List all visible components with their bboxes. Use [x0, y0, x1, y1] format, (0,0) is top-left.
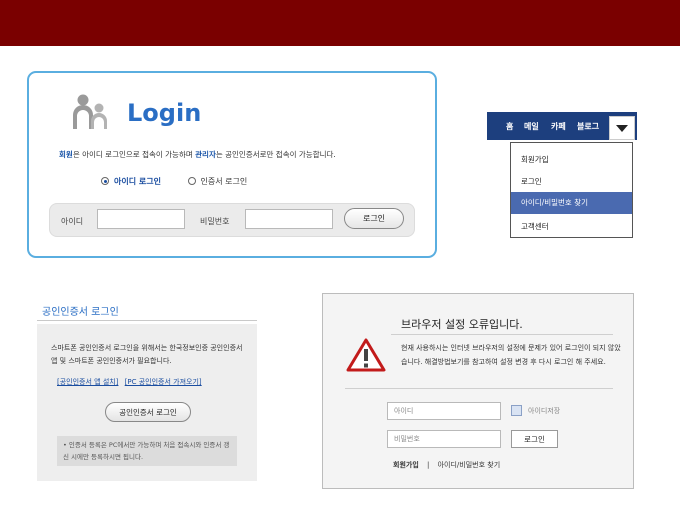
nav-item-cafe[interactable]: 카페 — [551, 121, 566, 132]
radio-id-login-label[interactable]: 아이디 로그인 — [114, 177, 161, 186]
divider — [391, 334, 613, 335]
radio-id-login[interactable] — [101, 177, 109, 185]
login-button[interactable]: 로그인 — [344, 208, 404, 229]
id-input[interactable] — [97, 209, 185, 229]
cert-login-title: 공인인증서 로그인 — [42, 307, 119, 318]
browser-error-panel: 브라우저 설정 오류입니다. 현재 사용하시는 인터넷 브라우저의 설정에 문제… — [322, 293, 634, 489]
password-input[interactable] — [245, 209, 333, 229]
radio-cert-login-label[interactable]: 인증서 로그인 — [201, 177, 248, 186]
save-id-checkbox[interactable] — [511, 405, 522, 416]
nav-dropdown-menu: 회원가입 로그인 아이디/비밀번호 찾기 고객센터 — [510, 142, 633, 238]
join-link[interactable]: 회원가입 — [393, 461, 419, 469]
nav-item-home[interactable]: 홈 — [506, 121, 513, 132]
error-id-input[interactable]: 아이디 — [387, 402, 501, 420]
id-label: 아이디 — [61, 217, 84, 226]
login-description: 회원은 아이디 로그인으로 접속이 가능하며 관리자는 공인인증서로만 접속이 … — [59, 150, 336, 159]
password-label: 비밀번호 — [200, 217, 230, 226]
save-id-label: 아이디저장 — [528, 407, 561, 415]
install-cert-app-link[interactable]: [공인인증서 앱 설치] — [57, 378, 118, 386]
divider — [345, 388, 613, 389]
error-footer: 회원가입 | 아이디/비밀번호 찾기 — [393, 460, 500, 470]
error-password-input[interactable]: 비밀번호 — [387, 430, 501, 448]
divider — [37, 320, 257, 321]
cert-login-panel: 스마트폰 공인인증서 로그인을 위해서는 한국정보인증 공인인증서 앱 및 스마… — [37, 324, 257, 481]
nav-dropdown-toggle[interactable] — [609, 116, 635, 140]
top-banner — [0, 0, 680, 46]
cert-description: 스마트폰 공인인증서 로그인을 위해서는 한국정보인증 공인인증서 앱 및 스마… — [51, 344, 243, 365]
dropdown-item-join[interactable]: 회원가입 — [511, 149, 632, 171]
error-title: 브라우저 설정 오류입니다. — [401, 318, 523, 331]
import-pc-cert-link[interactable]: [PC 공인인증서 가져오기] — [125, 378, 202, 386]
error-login-button[interactable]: 로그인 — [511, 430, 558, 448]
find-account-link[interactable]: 아이디/비밀번호 찾기 — [438, 461, 501, 469]
cert-note: • 인증서 등록은 PC에서만 가능하며 처음 접속시와 인증서 갱신 시에만 … — [57, 436, 237, 466]
footer-separator: | — [427, 461, 430, 469]
nav-item-mail[interactable]: 메일 — [524, 121, 539, 132]
warning-icon — [346, 338, 386, 372]
login-title: Login — [127, 99, 202, 127]
error-message: 현재 사용하시는 인터넷 브라우저의 설정에 문제가 있어 로그인이 되지 않았… — [401, 344, 621, 366]
caret-down-icon — [616, 124, 628, 132]
dropdown-item-login[interactable]: 로그인 — [511, 171, 632, 193]
cert-links: [공인인증서 앱 설치] [PC 공인인증서 가져오기] — [57, 377, 202, 387]
dropdown-item-support[interactable]: 고객센터 — [511, 216, 632, 238]
radio-cert-login[interactable] — [187, 177, 196, 185]
dropdown-item-find-account[interactable]: 아이디/비밀번호 찾기 — [511, 192, 632, 214]
login-form: 아이디 비밀번호 로그인 — [49, 203, 415, 237]
login-type-radios: 아이디 로그인 인증서 로그인 — [101, 176, 247, 187]
users-icon — [73, 94, 107, 129]
login-panel: Login 회원은 아이디 로그인으로 접속이 가능하며 관리자는 공인인증서로… — [27, 71, 437, 258]
cert-login-button[interactable]: 공인인증서 로그인 — [105, 402, 191, 422]
nav-item-blog[interactable]: 블로그 — [577, 121, 599, 132]
